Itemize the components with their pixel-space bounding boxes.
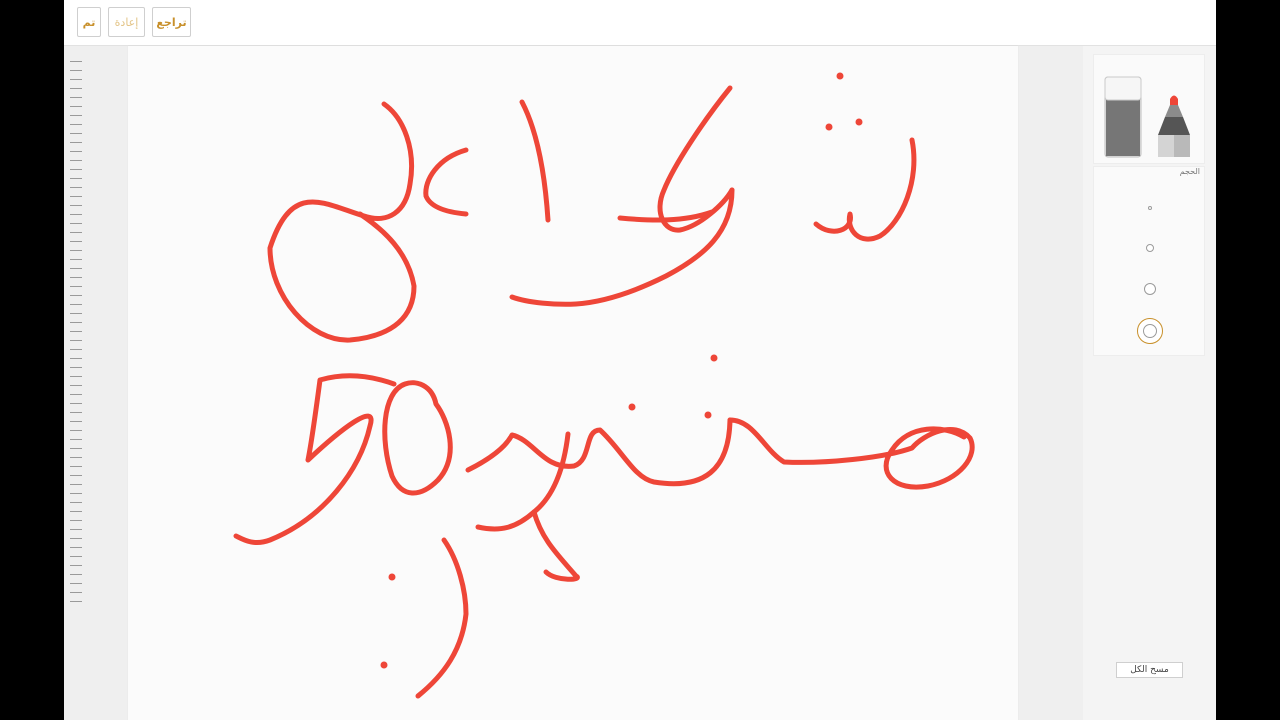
ruler-tick: [70, 115, 82, 116]
vertical-ruler: [64, 46, 128, 720]
ink-dot: [825, 123, 833, 131]
ruler-tick: [70, 79, 82, 80]
ruler-tick: [70, 412, 82, 413]
ruler-tick: [70, 277, 82, 278]
ruler-tick: [70, 70, 82, 71]
drawing-app: تم إعادة تراجع الحجم مسح الكل: [64, 0, 1216, 720]
ruler-tick: [70, 169, 82, 170]
ink-dot: [836, 72, 844, 80]
size-dot-icon: [1143, 324, 1157, 338]
ruler-tick: [70, 466, 82, 467]
clear-all-button[interactable]: مسح الكل: [1116, 662, 1183, 678]
ruler-tick: [70, 241, 82, 242]
ruler-tick: [70, 457, 82, 458]
size-option-l[interactable]: [1094, 317, 1206, 345]
ruler-tick: [70, 322, 82, 323]
ink-dot: [710, 354, 718, 362]
ruler-tick: [70, 556, 82, 557]
ruler-tick: [70, 187, 82, 188]
ruler-tick: [70, 223, 82, 224]
ruler-tick: [70, 430, 82, 431]
ruler-tick: [70, 331, 82, 332]
ruler-tick: [70, 160, 82, 161]
ruler-tick: [70, 313, 82, 314]
ruler-tick: [70, 574, 82, 575]
ruler-tick: [70, 286, 82, 287]
ruler-tick: [70, 250, 82, 251]
ruler-tick: [70, 421, 82, 422]
ink-dot: [380, 661, 388, 669]
ruler-tick: [70, 529, 82, 530]
ruler-tick: [70, 88, 82, 89]
ruler-tick: [70, 259, 82, 260]
done-button[interactable]: تم: [77, 7, 101, 37]
ruler-tick: [70, 592, 82, 593]
ruler-tick: [70, 403, 82, 404]
ruler-tick: [70, 484, 82, 485]
ruler-tick: [70, 583, 82, 584]
size-option-xs[interactable]: [1094, 200, 1206, 216]
ruler-tick: [70, 511, 82, 512]
ruler-tick: [70, 394, 82, 395]
ink-dot: [704, 411, 712, 419]
ruler-tick: [70, 601, 82, 602]
ruler-tick: [70, 97, 82, 98]
ink-dot: [855, 118, 863, 126]
ruler-tick: [70, 385, 82, 386]
ruler-tick: [70, 475, 82, 476]
size-dot-icon: [1144, 283, 1156, 295]
ruler-tick: [70, 142, 82, 143]
ruler-tick: [70, 376, 82, 377]
top-toolbar: تم إعادة تراجع: [64, 0, 1216, 46]
ruler-tick: [70, 358, 82, 359]
ruler-tick: [70, 538, 82, 539]
size-dot-icon: [1146, 244, 1154, 252]
size-option-m[interactable]: [1094, 279, 1206, 299]
ruler-tick: [70, 214, 82, 215]
tools-panel: الحجم مسح الكل: [1083, 46, 1216, 720]
ruler-tick: [70, 340, 82, 341]
size-option-s[interactable]: [1094, 239, 1206, 257]
marker-icon[interactable]: [1158, 95, 1190, 158]
ruler-tick: [70, 268, 82, 269]
ruler-tick: [70, 565, 82, 566]
ruler-tick: [70, 493, 82, 494]
drawing-canvas[interactable]: [128, 46, 1018, 720]
eraser-icon[interactable]: [1104, 76, 1142, 158]
ruler-tick: [70, 439, 82, 440]
size-dot-icon: [1148, 206, 1152, 210]
ruler-tick: [70, 448, 82, 449]
undo-button[interactable]: تراجع: [152, 7, 191, 37]
ruler-tick: [70, 295, 82, 296]
ruler-tick: [70, 133, 82, 134]
size-picker: الحجم: [1093, 166, 1205, 356]
ruler-tick: [70, 106, 82, 107]
ruler-tick: [70, 349, 82, 350]
redo-button[interactable]: إعادة: [108, 7, 145, 37]
ruler-tick: [70, 124, 82, 125]
ruler-tick: [70, 178, 82, 179]
ruler-tick: [70, 151, 82, 152]
ruler-tick: [70, 367, 82, 368]
ruler-tick: [70, 196, 82, 197]
ruler-tick: [70, 547, 82, 548]
ruler-tick: [70, 61, 82, 62]
ruler-tick: [70, 304, 82, 305]
ruler-tick: [70, 520, 82, 521]
selected-ring-icon: [1137, 318, 1163, 344]
ink-dot: [388, 573, 396, 581]
tool-picker: [1093, 54, 1205, 164]
size-label: الحجم: [1179, 167, 1200, 176]
ruler-tick: [70, 502, 82, 503]
ruler-tick: [70, 232, 82, 233]
ink-dot: [628, 403, 636, 411]
ruler-tick: [70, 205, 82, 206]
